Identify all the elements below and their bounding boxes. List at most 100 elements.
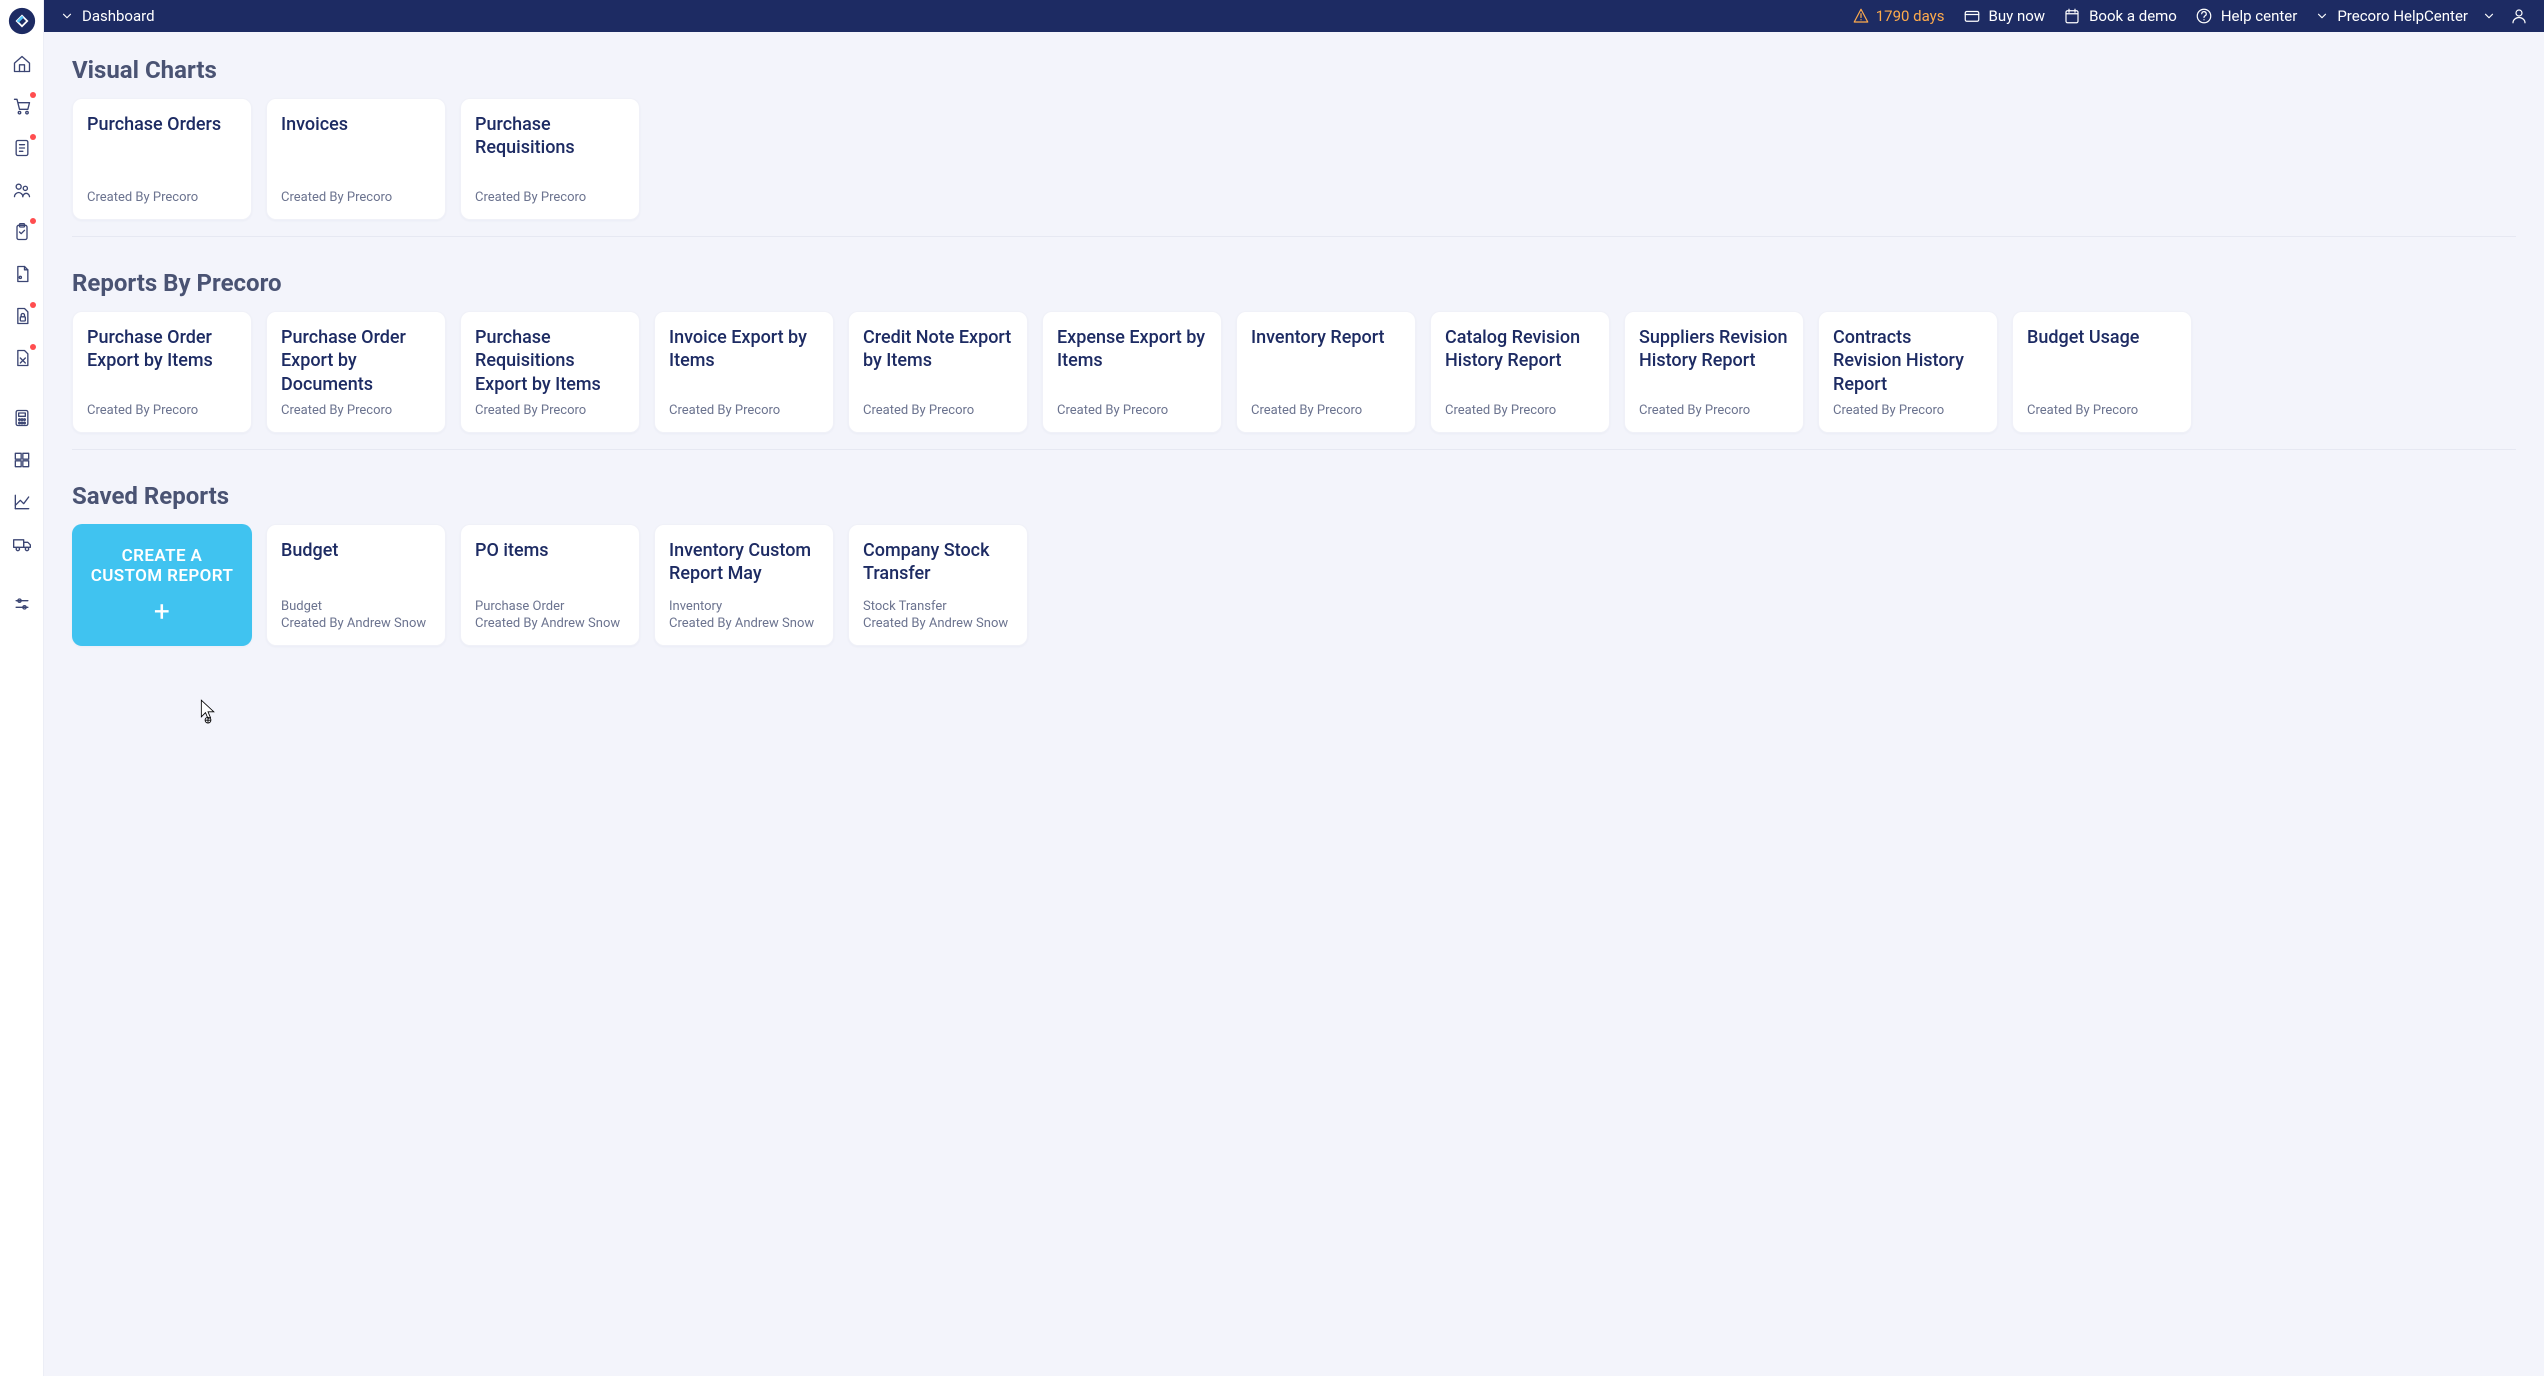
sidebar [0,0,44,1376]
section-visual-charts: Visual Charts Purchase Orders Created By … [72,56,2516,237]
report-card-title: Suppliers Revision History Report [1639,326,1789,373]
nav-clipboard-icon[interactable] [8,218,36,246]
saved-report-card[interactable]: BudgetBudgetCreated By Andrew Snow [266,524,446,646]
section-title: Saved Reports [72,482,2516,510]
report-card[interactable]: Expense Export by Items Created By Precor… [1042,311,1222,433]
content: Visual Charts Purchase Orders Created By … [44,32,2544,1376]
saved-report-by: Created By Andrew Snow [475,616,620,631]
create-custom-report-button[interactable]: CREATE A CUSTOM REPORT + [72,524,252,646]
report-card-meta: Created By Precoro [281,189,431,207]
saved-report-meta: Stock TransferCreated By Andrew Snow [863,598,1013,633]
book-demo-button[interactable]: Book a demo [2063,7,2177,25]
saved-report-card[interactable]: Inventory Custom Report May InventoryCrea… [654,524,834,646]
report-card-meta: Created By Precoro [1639,402,1789,420]
org-switcher[interactable]: Precoro HelpCenter [2315,7,2496,25]
saved-report-by: Created By Andrew Snow [863,616,1008,631]
report-card-title: Purchase Order Export by Items [87,326,237,373]
report-card[interactable]: Inventory Report Created By Precoro [1236,311,1416,433]
help-center-button[interactable]: Help center [2195,7,2297,25]
nav-doc-lock-icon[interactable] [8,302,36,330]
report-card[interactable]: Purchase Order Export by Documents Create… [266,311,446,433]
report-card-meta: Created By Precoro [87,189,237,207]
create-custom-report-label: CREATE A CUSTOM REPORT [86,546,238,586]
report-card-title: Credit Note Export by Items [863,326,1013,373]
report-card-meta: Created By Precoro [863,402,1013,420]
report-card-title: Purchase Requisitions [475,113,625,160]
report-card-title: Expense Export by Items [1057,326,1207,373]
report-card[interactable]: Purchase Requisitions Export by Items Cre… [460,311,640,433]
nav-calculator-icon[interactable] [8,404,36,432]
nav-home-icon[interactable] [8,50,36,78]
saved-report-type: Purchase Order [475,598,625,616]
nav-doc-x-icon[interactable] [8,344,36,372]
report-card[interactable]: Budget Usage Created By Precoro [2012,311,2192,433]
nav-people-icon[interactable] [8,176,36,204]
report-card-title: Budget Usage [2027,326,2177,349]
saved-report-title: Inventory Custom Report May [669,539,819,586]
report-card-meta: Created By Precoro [2027,402,2177,420]
breadcrumb[interactable]: Dashboard [60,7,155,25]
saved-report-by: Created By Andrew Snow [669,616,814,631]
nav-cart-icon[interactable] [8,92,36,120]
saved-report-title: Company Stock Transfer [863,539,1013,586]
saved-report-card[interactable]: Company Stock Transfer Stock TransferCrea… [848,524,1028,646]
section-title: Visual Charts [72,56,2516,84]
saved-report-title: Budget [281,539,431,562]
topbar: Dashboard 1790 days Buy now Book a demo … [44,0,2544,32]
saved-report-by: Created By Andrew Snow [281,616,426,631]
nav-boxes-icon[interactable] [8,446,36,474]
report-card-meta: Created By Precoro [281,402,431,420]
report-card-title: Invoice Export by Items [669,326,819,373]
report-card-title: Contracts Revision History Report [1833,326,1983,396]
profile-button[interactable] [2510,7,2528,25]
section-saved-reports: Saved Reports CREATE A CUSTOM REPORT + B… [72,482,2516,662]
saved-report-meta: BudgetCreated By Andrew Snow [281,598,431,633]
report-card-title: Purchase Orders [87,113,237,136]
nav-sliders-icon[interactable] [8,590,36,618]
saved-report-type: Stock Transfer [863,598,1013,616]
saved-report-type: Budget [281,598,431,616]
report-card-title: Purchase Requisitions Export by Items [475,326,625,396]
trial-days: 1790 days [1852,7,1945,25]
section-reports-precoro: Reports By Precoro Purchase Order Export… [72,269,2516,450]
buy-now-button[interactable]: Buy now [1963,7,2046,25]
section-title: Reports By Precoro [72,269,2516,297]
saved-report-card[interactable]: PO items Purchase OrderCreated By Andrew … [460,524,640,646]
report-card[interactable]: Contracts Revision History Report Created… [1818,311,1998,433]
saved-report-meta: InventoryCreated By Andrew Snow [669,598,819,633]
saved-report-meta: Purchase OrderCreated By Andrew Snow [475,598,625,633]
report-card[interactable]: Purchase Order Export by Items Created By… [72,311,252,433]
nav-truck-icon[interactable] [8,530,36,558]
nav-chart-icon[interactable] [8,488,36,516]
report-card-title: Invoices [281,113,431,136]
report-card-meta: Created By Precoro [87,402,237,420]
nav-document-icon[interactable] [8,260,36,288]
saved-report-type: Inventory [669,598,819,616]
report-card[interactable]: Purchase Orders Created By Precoro [72,98,252,220]
report-card[interactable]: Catalog Revision History Report Created B… [1430,311,1610,433]
report-card-meta: Created By Precoro [1251,402,1401,420]
plus-icon: + [154,598,170,626]
report-card[interactable]: Purchase Requisitions Created By Precoro [460,98,640,220]
report-card-meta: Created By Precoro [1833,402,1983,420]
report-card[interactable]: Invoice Export by Items Created By Precor… [654,311,834,433]
org-label: Precoro HelpCenter [2337,7,2468,25]
app-logo[interactable] [7,6,37,36]
report-card-meta: Created By Precoro [475,402,625,420]
report-card[interactable]: Credit Note Export by Items Created By Pr… [848,311,1028,433]
report-card-title: Catalog Revision History Report [1445,326,1595,373]
nav-receipt-icon[interactable] [8,134,36,162]
book-demo-label: Book a demo [2089,7,2177,25]
report-card-meta: Created By Precoro [1057,402,1207,420]
report-card-meta: Created By Precoro [475,189,625,207]
report-card-title: Purchase Order Export by Documents [281,326,431,396]
report-card-title: Inventory Report [1251,326,1401,349]
report-card-meta: Created By Precoro [1445,402,1595,420]
report-card[interactable]: Suppliers Revision History Report Created… [1624,311,1804,433]
help-center-label: Help center [2221,7,2297,25]
trial-days-label: 1790 days [1876,7,1945,25]
saved-report-title: PO items [475,539,625,562]
report-card-meta: Created By Precoro [669,402,819,420]
breadcrumb-label: Dashboard [82,7,155,25]
report-card[interactable]: Invoices Created By Precoro [266,98,446,220]
